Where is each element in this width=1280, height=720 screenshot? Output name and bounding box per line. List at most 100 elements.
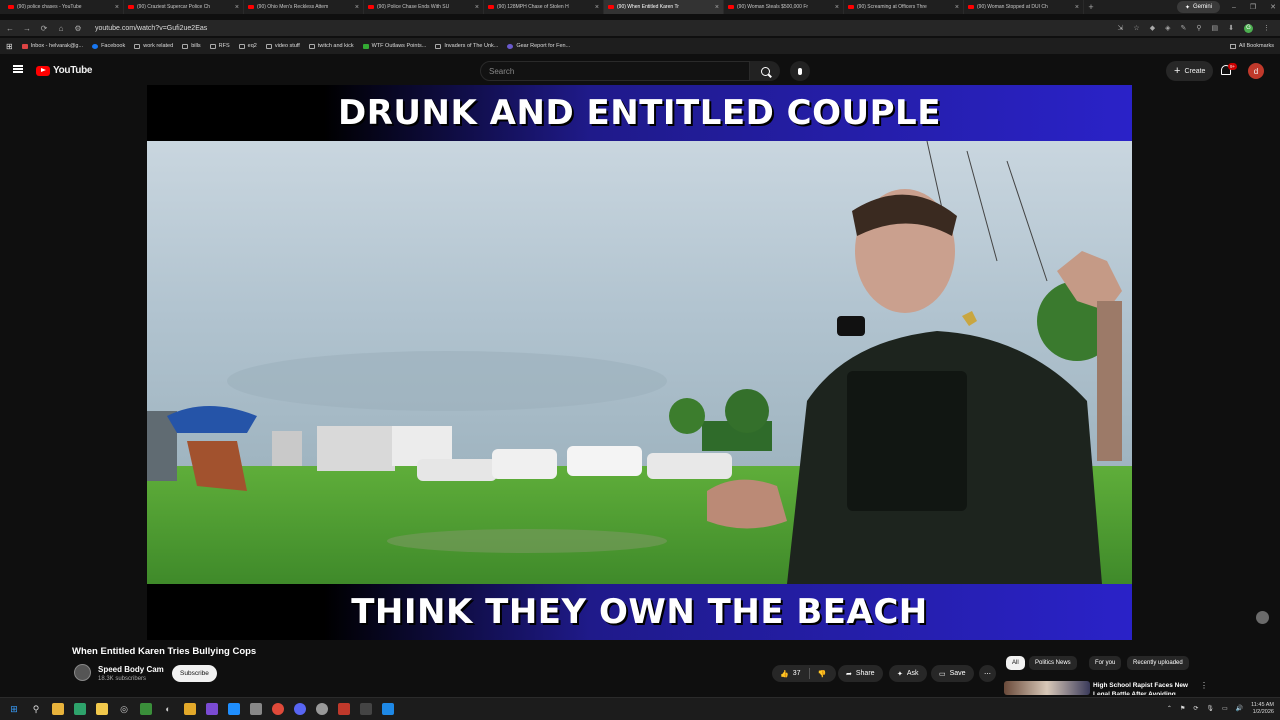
close-tab-icon[interactable]: × [835,4,839,11]
volume-icon[interactable]: 🔊 [1236,705,1243,712]
search-button[interactable] [750,61,780,81]
browser-tab[interactable]: (90) 128MPH Chase of Stolen H × [484,0,604,14]
bookmark-star-icon[interactable]: ☆ [1133,24,1139,32]
search-input[interactable]: Search [480,61,750,81]
app-icon[interactable]: ◎ [118,703,130,715]
tray-chevron-icon[interactable]: ⌃ [1167,705,1172,712]
url-field[interactable]: youtube.com/watch?v=Gufi2ue2Eas [95,25,207,32]
install-icon[interactable]: ⇲ [1118,24,1124,32]
close-tab-icon[interactable]: × [595,4,599,11]
app-icon[interactable] [250,703,262,715]
bookmark-item[interactable]: RFS [209,43,230,49]
clock[interactable]: 11:45 AM 1/2/2026 [1251,702,1274,716]
close-tab-icon[interactable]: × [235,4,239,11]
browser-tab[interactable]: (90) Ohio Men's Reckless Attem × [244,0,364,14]
channel-watermark-icon[interactable] [1256,611,1269,624]
browser-tab[interactable]: (90) Woman Stopped at DUI Ch × [964,0,1084,14]
close-tab-icon[interactable]: × [955,4,959,11]
new-tab-button[interactable]: + [1084,2,1098,12]
tray-icon[interactable]: ⚑ [1180,705,1185,712]
bookmark-item[interactable]: twitch and kick [308,43,354,49]
chip-recently-uploaded[interactable]: Recently uploaded [1127,656,1189,670]
thumbs-up-icon[interactable]: 👍 [780,670,789,678]
chip-all[interactable]: All [1006,656,1025,670]
notes-icon[interactable] [74,703,86,715]
home-icon[interactable]: ⌂ [57,24,65,33]
app-icon[interactable] [206,703,218,715]
bookmark-item[interactable]: video stuff [265,43,300,49]
browser-tab[interactable]: (90) police chases - YouTube × [4,0,124,14]
voice-search-button[interactable] [790,61,810,81]
recommendation-title[interactable]: High School Rapist Faces New Legal Battl… [1093,681,1193,695]
bookmark-item[interactable]: work related [134,43,173,49]
close-tab-icon[interactable]: × [355,4,359,11]
video-player[interactable]: DRUNK AND ENTITLED COUPLE THINK THEY OWN… [147,85,1132,640]
channel-name[interactable]: Speed Body Cam [98,665,164,674]
extension-icon[interactable]: ✎ [1180,24,1186,32]
app-icon[interactable] [140,703,152,715]
bookmark-item[interactable]: eq2 [238,43,257,49]
minimize-icon[interactable]: – [1232,4,1236,11]
browser-tab[interactable]: (90) Screaming at Officers Thre × [844,0,964,14]
extension-icon[interactable]: ◈ [1165,24,1170,32]
more-actions-button[interactable]: ⋯ [979,665,996,682]
microphone-icon[interactable]: 🎙 [1206,705,1214,712]
browser-tab[interactable]: (90) Craziest Supercar Police Ch × [124,0,244,14]
windows-start-icon[interactable]: ⊞ [8,703,20,715]
bookmark-item[interactable]: bills [182,43,201,49]
app-icon[interactable] [294,703,306,715]
browser-tab[interactable]: (90) When Entitled Karen Tr × [604,0,724,14]
browser-tab[interactable]: (90) Police Chase Ends With SU × [364,0,484,14]
gemini-button[interactable]: ✦ Gemini [1176,1,1220,13]
folder-icon[interactable] [96,703,108,715]
app-icon[interactable] [338,703,350,715]
close-tab-icon[interactable]: × [475,4,479,11]
browser-tab[interactable]: (90) Woman Steals $500,000 Fr × [724,0,844,14]
youtube-logo[interactable]: YouTube [36,65,93,76]
downloads-icon[interactable]: ⬇ [1228,24,1234,32]
back-icon[interactable]: ← [6,24,14,33]
bookmark-item[interactable]: Gear Report for Fen... [507,43,570,49]
apps-grid-icon[interactable]: ⊞ [6,42,13,51]
browser-menu-icon[interactable]: ⋮ [1263,24,1270,32]
app-icon[interactable] [316,703,328,715]
app-icon[interactable] [228,703,240,715]
recommendation-menu-icon[interactable]: ⋮ [1200,681,1208,690]
like-count[interactable]: 37 [793,670,801,677]
reload-icon[interactable]: ⟳ [40,24,48,33]
app-icon[interactable] [382,703,394,715]
bookmark-item[interactable]: Inbox - helvarak@g... [21,43,83,49]
extensions-puzzle-icon[interactable]: ⚲ [1196,24,1201,32]
bookmark-item[interactable]: Facebook [92,43,125,49]
file-explorer-icon[interactable] [52,703,64,715]
sidebar-icon[interactable]: ▤ [1212,24,1219,32]
ask-button[interactable]: ✦ Ask [889,665,927,682]
chrome-icon[interactable] [272,703,284,715]
save-button[interactable]: ▭ Save [931,665,974,682]
bookmark-item[interactable]: WTF Outlaws Points... [362,43,426,49]
app-icon[interactable] [360,703,372,715]
chip-for-you[interactable]: For you [1089,656,1122,670]
close-tab-icon[interactable]: × [115,4,119,11]
site-info-icon[interactable]: ⚙ [74,24,82,33]
all-bookmarks[interactable]: All Bookmarks [1229,38,1274,54]
display-icon[interactable]: ▭ [1222,705,1228,712]
recommendation-thumbnail[interactable] [1004,681,1090,695]
search-icon[interactable]: ⚲ [30,703,42,715]
menu-icon[interactable] [13,65,23,73]
sync-icon[interactable]: ⟳ [1193,705,1198,712]
create-button[interactable]: + Create [1166,61,1214,81]
account-avatar[interactable]: d [1248,63,1264,79]
restore-icon[interactable]: ❐ [1250,3,1256,11]
share-button[interactable]: ➦ Share [838,665,883,682]
app-icon[interactable] [184,703,196,715]
profile-avatar[interactable]: G [1244,23,1253,33]
forward-icon[interactable]: → [23,24,31,33]
subscribe-button[interactable]: Subscribe [172,665,217,682]
chip-politics-news[interactable]: Politics News [1029,656,1077,670]
bookmark-item[interactable]: Invaders of The Unk... [435,43,498,49]
thumbs-down-icon[interactable]: 👎 [818,670,827,678]
extension-icon[interactable]: ◆ [1150,24,1155,32]
close-window-icon[interactable]: ✕ [1270,3,1276,11]
close-tab-icon[interactable]: × [715,4,719,11]
